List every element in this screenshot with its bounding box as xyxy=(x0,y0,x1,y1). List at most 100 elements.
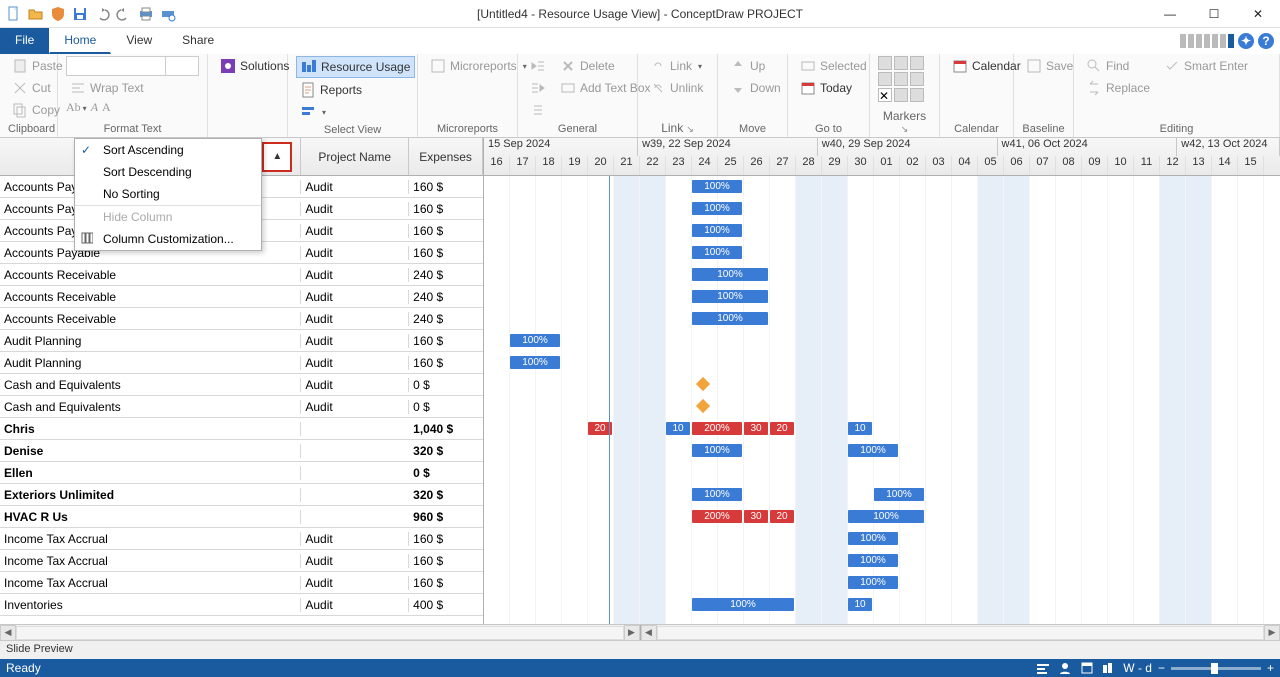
reports-button[interactable]: Reports xyxy=(296,80,415,100)
zoom-out-icon[interactable]: − xyxy=(1158,661,1165,675)
grid-hscroll[interactable]: ◀ ▶ xyxy=(0,625,640,640)
undo-icon[interactable] xyxy=(94,6,110,22)
milestone-icon[interactable] xyxy=(696,399,710,413)
goto-today-button[interactable]: Today xyxy=(796,78,871,98)
gantt-row[interactable] xyxy=(484,374,1280,396)
table-row[interactable]: InventoriesAudit400 $ xyxy=(0,594,483,616)
redo-icon[interactable] xyxy=(116,6,132,22)
tab-file[interactable]: File xyxy=(0,28,49,54)
gantt-bar[interactable]: 100% xyxy=(692,598,794,611)
table-row[interactable]: Accounts ReceivableAudit240 $ xyxy=(0,286,483,308)
gantt-bar[interactable]: 100% xyxy=(692,444,742,457)
gantt-bar[interactable]: 100% xyxy=(510,356,560,369)
gantt-row[interactable]: 100% xyxy=(484,198,1280,220)
gantt-style-selector[interactable] xyxy=(1180,34,1234,48)
view-mode-icon-3[interactable] xyxy=(1079,660,1095,676)
view-mode-icon-2[interactable] xyxy=(1057,660,1073,676)
gantt-bar[interactable]: 20 xyxy=(770,422,794,435)
table-row[interactable]: Income Tax AccrualAudit160 $ xyxy=(0,528,483,550)
col-header-project[interactable]: Project Name xyxy=(301,138,409,175)
table-row[interactable]: Ellen0 $ xyxy=(0,462,483,484)
gantt-row[interactable]: 100% xyxy=(484,550,1280,572)
gantt-row[interactable]: 100% xyxy=(484,286,1280,308)
col-header-expenses[interactable]: Expenses xyxy=(409,138,483,175)
gantt-row[interactable]: 100% xyxy=(484,220,1280,242)
view-dropdown-button[interactable]: ▾ xyxy=(296,102,415,122)
table-row[interactable]: HVAC R Us960 $ xyxy=(0,506,483,528)
zoom-in-icon[interactable]: + xyxy=(1267,661,1274,675)
gantt-row[interactable]: 2010200%302010 xyxy=(484,418,1280,440)
gantt-bar[interactable]: 200% xyxy=(692,510,742,523)
gantt-row[interactable]: 100% xyxy=(484,242,1280,264)
shield-icon[interactable] xyxy=(50,6,66,22)
gantt-row[interactable]: 100% xyxy=(484,572,1280,594)
save-icon[interactable] xyxy=(72,6,88,22)
table-row[interactable]: Exteriors Unlimited320 $ xyxy=(0,484,483,506)
slide-preview-bar[interactable]: Slide Preview xyxy=(0,640,1280,659)
solutions-button[interactable]: Solutions xyxy=(216,56,293,76)
clear-marker-icon[interactable]: ✕ xyxy=(878,88,892,102)
tips-icon[interactable]: ✦ xyxy=(1238,33,1254,49)
gantt-bar[interactable]: 100% xyxy=(848,510,924,523)
gantt-bar[interactable]: 10 xyxy=(666,422,690,435)
gantt-bar[interactable]: 200% xyxy=(692,422,742,435)
gantt-bar[interactable]: 100% xyxy=(692,488,742,501)
gantt-body[interactable]: 100% 100% 100% 100% 100% 100% 100% 100% 100% 20 10… xyxy=(484,176,1280,624)
gantt-bar[interactable]: 100% xyxy=(510,334,560,347)
new-doc-icon[interactable] xyxy=(6,6,22,22)
gantt-row[interactable]: 100% xyxy=(484,528,1280,550)
gantt-bar[interactable]: 100% xyxy=(692,268,768,281)
scroll-right-icon[interactable]: ▶ xyxy=(1264,625,1280,641)
table-row[interactable]: Denise320 $ xyxy=(0,440,483,462)
gantt-row[interactable]: 100%100% xyxy=(484,440,1280,462)
table-row[interactable]: Accounts ReceivableAudit240 $ xyxy=(0,264,483,286)
milestone-icon[interactable] xyxy=(696,377,710,391)
view-mode-icon-4[interactable] xyxy=(1101,660,1117,676)
gantt-bar[interactable]: 10 xyxy=(848,598,872,611)
gantt-row[interactable]: 100% xyxy=(484,308,1280,330)
gantt-bar[interactable]: 30 xyxy=(744,510,768,523)
gantt-bar[interactable]: 100% xyxy=(848,532,898,545)
gantt-row[interactable] xyxy=(484,396,1280,418)
help-icon[interactable]: ? xyxy=(1258,33,1274,49)
gantt-row[interactable]: 100% xyxy=(484,330,1280,352)
table-row[interactable]: Cash and EquivalentsAudit0 $ xyxy=(0,396,483,418)
minimize-button[interactable]: — xyxy=(1148,0,1192,28)
gantt-bar[interactable]: 100% xyxy=(692,202,742,215)
markers-palette[interactable]: ✕ xyxy=(878,56,924,107)
gantt-bar[interactable]: 100% xyxy=(692,180,742,193)
table-row[interactable]: Income Tax AccrualAudit160 $ xyxy=(0,572,483,594)
menu-no-sorting[interactable]: No Sorting xyxy=(75,183,261,205)
table-row[interactable]: Audit PlanningAudit160 $ xyxy=(0,330,483,352)
view-mode-icon-1[interactable] xyxy=(1035,660,1051,676)
menu-column-customization[interactable]: Column Customization... xyxy=(75,228,261,250)
print-icon[interactable] xyxy=(138,6,154,22)
menu-sort-descending[interactable]: Sort Descending xyxy=(75,161,261,183)
resource-usage-button[interactable]: Resource Usage xyxy=(296,56,415,78)
font-size-combo[interactable] xyxy=(165,56,199,76)
scroll-left-icon[interactable]: ◀ xyxy=(641,625,657,641)
scroll-right-icon[interactable]: ▶ xyxy=(624,625,640,641)
gantt-row[interactable]: 100% xyxy=(484,352,1280,374)
open-icon[interactable] xyxy=(28,6,44,22)
close-button[interactable]: ✕ xyxy=(1236,0,1280,28)
gantt-bar[interactable]: 10 xyxy=(848,422,872,435)
print-preview-icon[interactable] xyxy=(160,6,176,22)
table-row[interactable]: Chris1,040 $ xyxy=(0,418,483,440)
scroll-left-icon[interactable]: ◀ xyxy=(0,625,16,641)
zoom-slider[interactable] xyxy=(1171,667,1261,670)
gantt-bar[interactable]: 100% xyxy=(848,554,898,567)
gantt-row[interactable]: 100% xyxy=(484,264,1280,286)
gantt-row[interactable]: 100% xyxy=(484,176,1280,198)
gantt-bar[interactable]: 100% xyxy=(692,224,742,237)
gantt-row[interactable]: 100% 10 xyxy=(484,594,1280,616)
gantt-bar[interactable]: 100% xyxy=(874,488,924,501)
sort-indicator-button[interactable]: ▲ xyxy=(262,142,292,172)
gantt-row[interactable]: 100% 100% xyxy=(484,484,1280,506)
font-family-combo[interactable] xyxy=(66,56,166,76)
table-row[interactable]: Audit PlanningAudit160 $ xyxy=(0,352,483,374)
gantt-bar[interactable]: 100% xyxy=(692,312,768,325)
gantt-row[interactable]: 200%3020100% xyxy=(484,506,1280,528)
gantt-bar[interactable]: 30 xyxy=(744,422,768,435)
tab-home[interactable]: Home xyxy=(49,28,111,54)
